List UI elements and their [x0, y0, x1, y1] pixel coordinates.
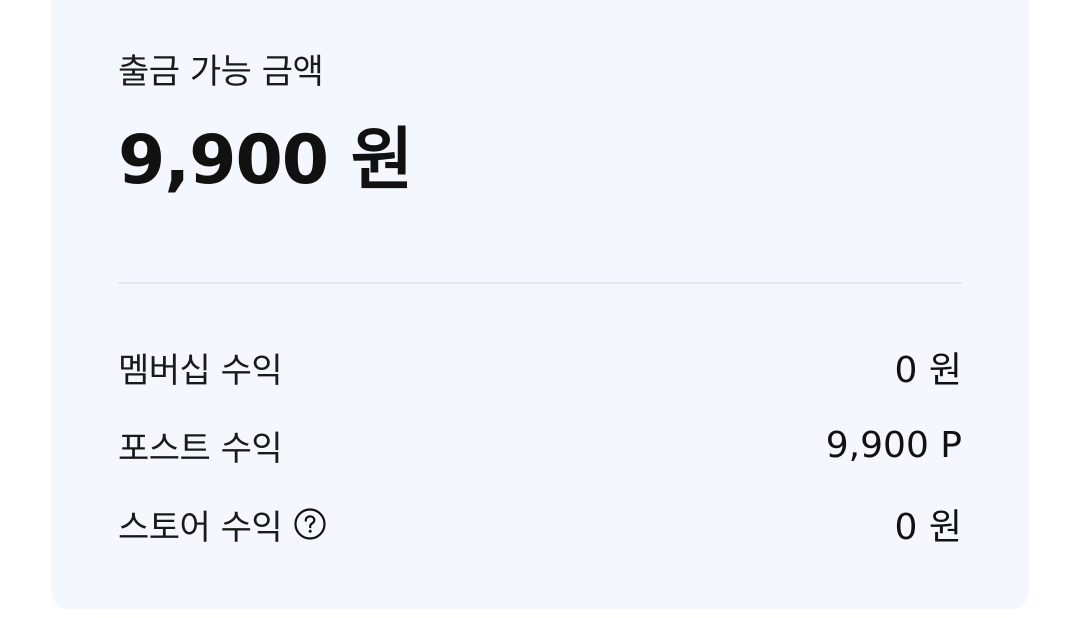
store-earnings-label: 스토어 수익: [118, 507, 283, 548]
store-earnings-row: 스토어 수익 0 원: [118, 499, 962, 549]
divider: [118, 282, 962, 284]
membership-earnings-label: 멤버십 수익: [118, 350, 283, 391]
membership-earnings-value: 0 원: [894, 350, 962, 391]
membership-earnings-row: 멤버십 수익 0 원: [118, 342, 962, 392]
post-earnings-row: 포스트 수익 9,900 P: [118, 420, 962, 470]
question-circle-icon[interactable]: [294, 508, 326, 540]
store-earnings-value: 0 원: [894, 507, 962, 548]
store-earnings-label-group: 스토어 수익: [118, 500, 326, 549]
withdrawable-amount-value: 9,900 원: [118, 121, 413, 200]
post-earnings-label: 포스트 수익: [118, 428, 283, 469]
post-earnings-value: 9,900 P: [825, 424, 962, 466]
withdrawable-amount-label: 출금 가능 금액: [118, 52, 324, 92]
